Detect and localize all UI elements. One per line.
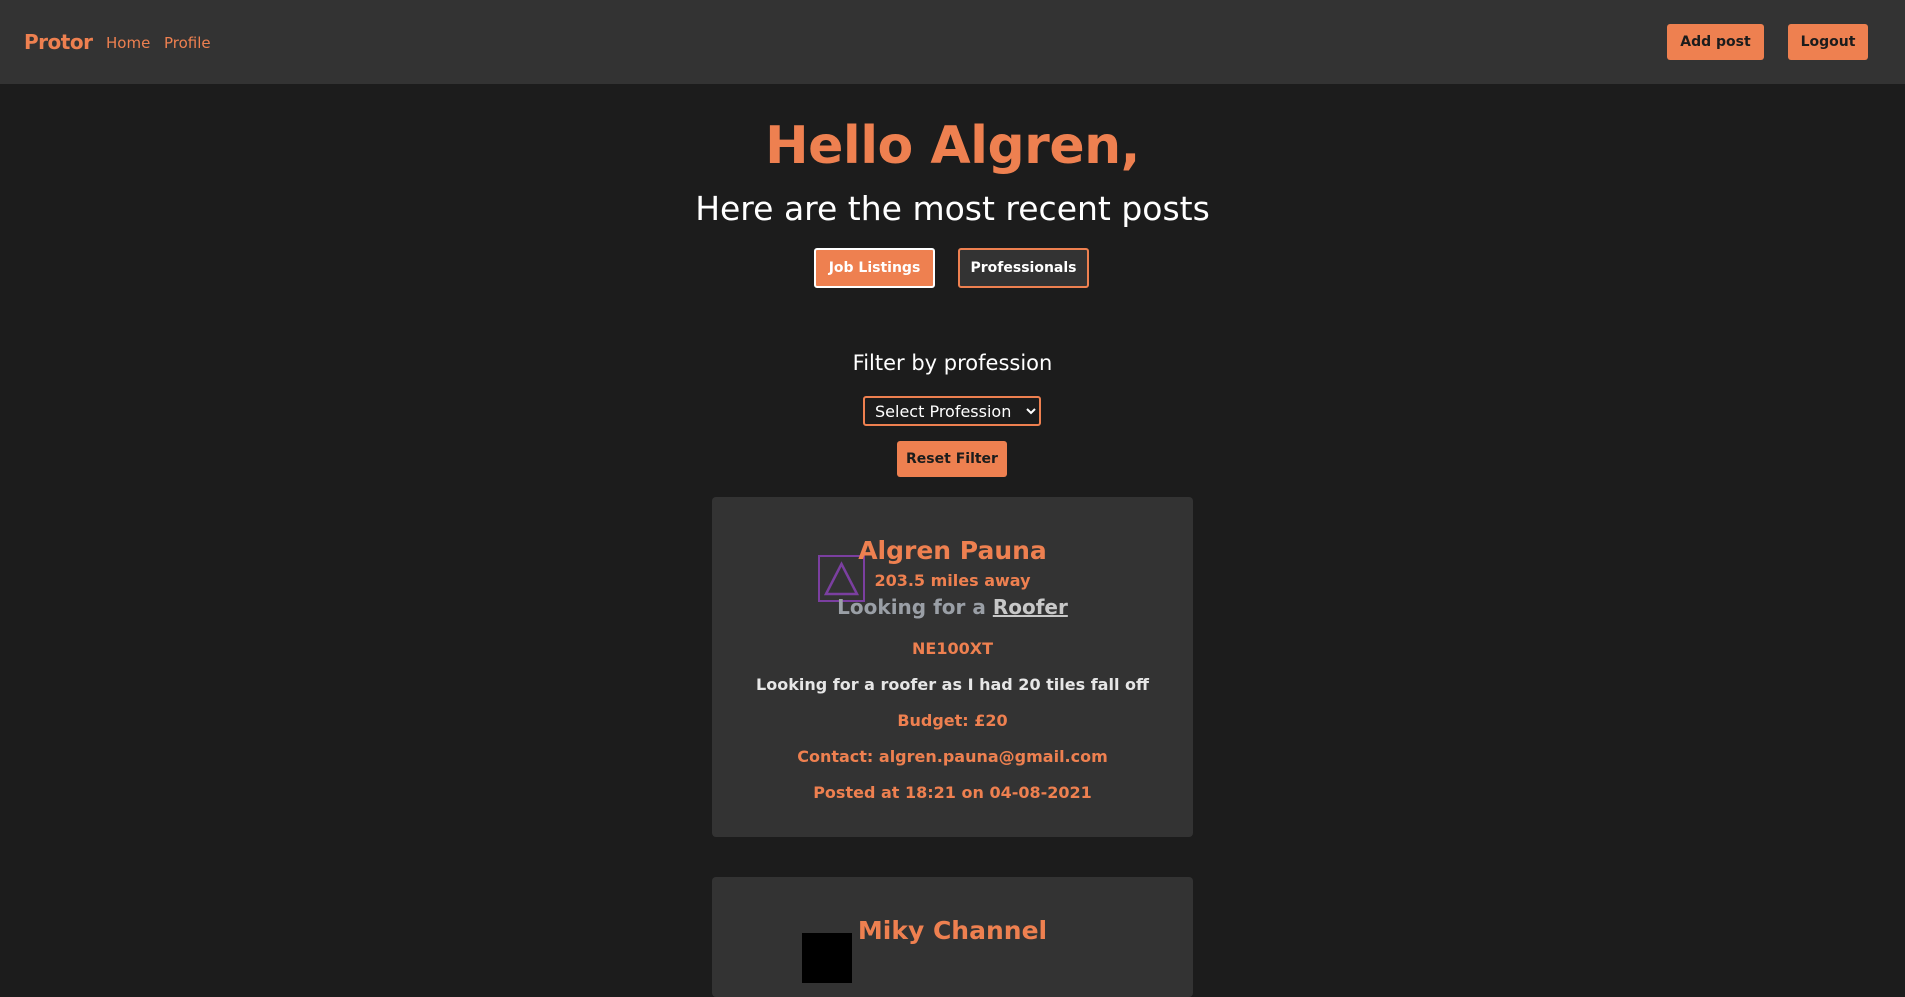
brand-logo[interactable]: Protor bbox=[24, 30, 93, 54]
looking-for-prefix: Looking for a bbox=[837, 595, 986, 619]
profession-select[interactable]: Select Profession bbox=[863, 396, 1041, 426]
post-looking-for: Looking for a Roofer bbox=[682, 594, 1223, 620]
greeting-heading: Hello Algren, bbox=[765, 116, 1140, 176]
profession-link[interactable]: Roofer bbox=[993, 595, 1068, 619]
logout-button[interactable]: Logout bbox=[1788, 24, 1868, 60]
post-postcode: NE100XT bbox=[912, 639, 993, 658]
post-card: Algren Pauna 203.5 miles away Looking fo… bbox=[712, 497, 1193, 837]
post-author-name: Algren Pauna bbox=[858, 536, 1047, 565]
post-author-name: Miky Channel bbox=[857, 916, 1048, 945]
job-listings-toggle[interactable]: Job Listings bbox=[814, 248, 935, 288]
reset-filter-button[interactable]: Reset Filter bbox=[897, 441, 1007, 477]
post-distance: 203.5 miles away bbox=[874, 571, 1031, 590]
professionals-toggle[interactable]: Professionals bbox=[958, 248, 1089, 288]
post-budget: Budget: £20 bbox=[897, 711, 1008, 730]
post-timestamp: Posted at 18:21 on 04-08-2021 bbox=[813, 783, 1092, 802]
add-post-button[interactable]: Add post bbox=[1667, 24, 1764, 60]
nav-home-link[interactable]: Home bbox=[106, 34, 150, 52]
post-description: Looking for a roofer as I had 20 tiles f… bbox=[756, 675, 1149, 694]
post-card: Miky Channel bbox=[712, 877, 1193, 997]
page-subtitle: Here are the most recent posts bbox=[695, 189, 1210, 228]
filter-label: Filter by profession bbox=[852, 351, 1053, 375]
top-navbar: Protor Home Profile Add post Logout bbox=[0, 0, 1905, 84]
post-contact: Contact: algren.pauna@gmail.com bbox=[797, 747, 1108, 766]
nav-profile-link[interactable]: Profile bbox=[164, 34, 211, 52]
